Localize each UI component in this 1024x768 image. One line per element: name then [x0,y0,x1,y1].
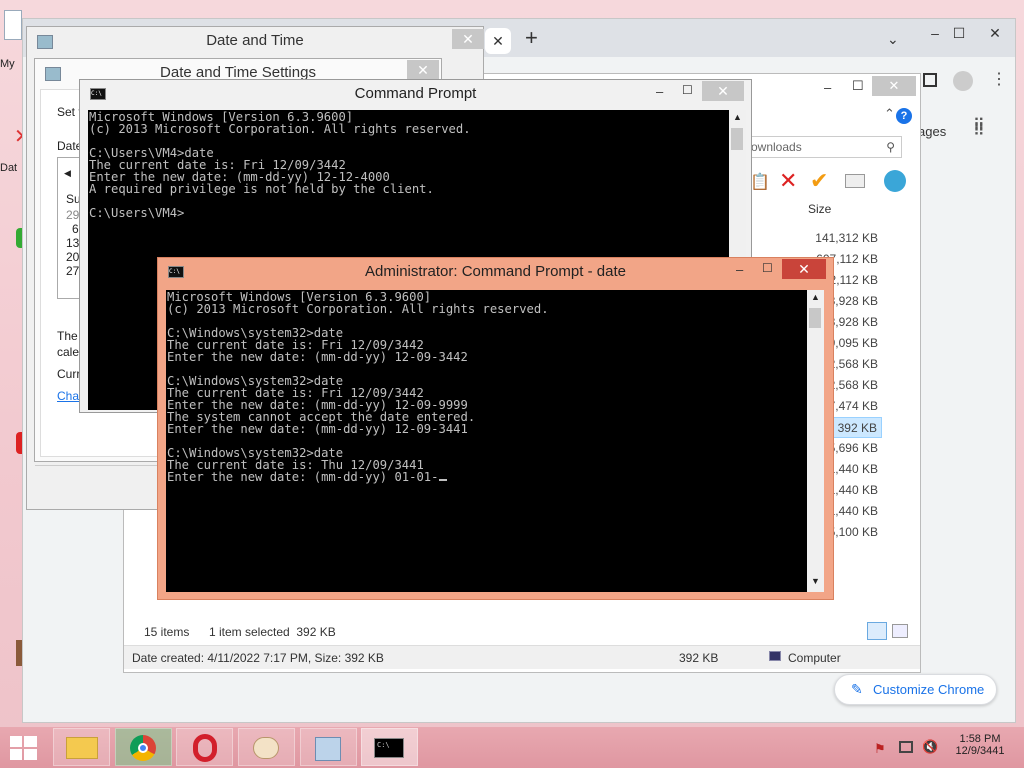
collapse-ribbon-icon[interactable]: ⌃ [884,106,895,122]
scroll-thumb[interactable] [731,128,743,150]
search-icon: ⚲ [886,140,895,154]
set-date-label: Set t [57,105,82,119]
windows-logo-icon [24,749,37,760]
minimize-button[interactable]: – [656,84,663,99]
calendar-day[interactable]: 27 [66,264,79,278]
chrome-taskbar-button[interactable] [115,728,172,766]
search-input[interactable]: ownloads ⚲ [744,136,902,158]
desktop-icon-label: Dat [0,162,18,174]
prev-month-icon[interactable]: ◀ [64,168,71,179]
size-cell[interactable]: 141,312 KB [786,228,882,249]
close-button[interactable]: ✕ [985,25,1005,42]
paint-palette-icon [253,737,279,759]
delete-icon[interactable]: ✕ [779,168,797,194]
maximize-button[interactable]: ☐ [762,261,773,275]
window-title: Date and Time [206,32,304,49]
pencil-icon: ✎ [851,681,863,697]
start-button[interactable] [10,736,38,760]
close-button[interactable]: ✕ [702,81,744,101]
close-button[interactable]: ✕ [872,76,916,96]
search-placeholder: ownloads [751,140,802,154]
status-size: 392 KB [679,651,719,665]
desktop-icon-label: My [0,58,15,70]
cmd-icon: C:\ [374,738,404,758]
status-location: Computer [788,651,841,665]
close-button[interactable]: ✕ [407,60,439,80]
calendar-day[interactable]: 29 [66,208,79,222]
apps-grid-icon[interactable]: ⠿ ⠿ [973,118,985,140]
clipboard-icon[interactable]: 📋 [750,172,770,192]
admin-command-prompt-window: C:\ Administrator: Command Prompt - date… [157,257,834,600]
file-explorer-taskbar-button[interactable] [53,728,110,766]
calendar-clock-icon [315,737,341,761]
change-calendar-link[interactable]: Cha [57,389,79,403]
close-tab-icon[interactable]: ✕ [485,28,511,54]
scroll-up-icon[interactable]: ▲ [733,112,742,122]
calendar-day[interactable]: 6 [72,222,79,236]
opera-icon [193,734,217,762]
window-title: Command Prompt [354,85,477,102]
maximize-button[interactable]: ☐ [682,83,693,97]
maximize-button[interactable]: ☐ [949,25,969,42]
customize-chrome-label: Customize Chrome [873,682,985,697]
desktop-icon-data[interactable]: Dat [0,162,22,174]
folder-icon [66,737,98,759]
windows-logo-icon [10,736,22,747]
maximize-button[interactable]: ☐ [852,78,864,94]
close-button[interactable]: ✕ [782,259,826,279]
clock[interactable]: 1:58 PM 12/9/3441 [950,733,1010,757]
paint-taskbar-button[interactable] [238,728,295,766]
scroll-down-icon[interactable]: ▼ [811,576,820,586]
date-time-taskbar-button[interactable] [300,728,357,766]
new-tab-button[interactable]: + [525,25,538,51]
large-icons-view-button[interactable] [892,624,908,638]
items-count: 15 items [144,625,190,639]
close-button[interactable]: ✕ [452,29,484,49]
time-zone-label: The [57,329,78,343]
admin-console-output[interactable]: Microsoft Windows [Version 6.3.9600] (c)… [166,290,807,592]
calendar-day[interactable]: 13 [66,236,79,250]
action-center-flag-icon[interactable]: ⚑ [874,741,886,757]
vertical-scrollbar[interactable]: ▲ ▼ [807,290,824,592]
chrome-icon-center [138,743,148,753]
computer-icon [769,651,781,661]
size-column-header[interactable]: Size [808,202,831,216]
selection-summary: 1 item selected 392 KB [209,625,336,639]
rename-icon[interactable] [845,174,865,188]
opera-taskbar-button[interactable] [176,728,233,766]
current-label: Curr [57,367,81,381]
sidebar-icon[interactable] [923,73,937,87]
desktop-icon-my[interactable]: My [0,58,22,70]
help-icon[interactable]: ? [896,108,912,124]
status-bar: Date created: 4/11/2022 7:17 PM, Size: 3… [124,645,920,669]
clock-date: 12/9/3441 [955,745,1005,757]
check-icon[interactable]: ✔ [810,168,828,194]
minimize-button[interactable]: – [824,80,831,95]
status-info: Date created: 4/11/2022 7:17 PM, Size: 3… [132,651,384,665]
desktop-computer-icon[interactable] [4,10,22,40]
network-icon[interactable] [899,741,913,753]
minimize-button[interactable]: – [736,262,743,277]
minimize-button[interactable]: – [925,25,945,41]
taskbar: C:\ ⚑ 🔇 1:58 PM 12/9/3441 [0,727,1024,768]
scroll-up-icon[interactable]: ▲ [811,292,820,302]
command-prompt-taskbar-button[interactable]: C:\ [361,728,418,766]
tab-search-icon[interactable]: ⌄ [887,31,899,48]
window-title: Administrator: Command Prompt - date [365,263,626,280]
scroll-thumb[interactable] [809,308,821,328]
windows-logo-icon [24,736,37,747]
calendar-day[interactable]: 20 [66,250,79,264]
profile-avatar-icon[interactable] [953,71,973,91]
customize-chrome-button[interactable]: ✎ Customize Chrome [834,674,997,705]
windows-logo-icon [10,749,22,760]
globe-icon[interactable] [884,170,906,192]
text-cursor [438,479,447,481]
new-tab-images-link[interactable]: ages [918,124,946,139]
console-text: Microsoft Windows [Version 6.3.9600] (c)… [167,290,549,484]
clock-time: 1:58 PM [959,733,1001,745]
details-view-button[interactable] [867,622,887,640]
calendar-label: cale [57,345,80,359]
volume-muted-icon[interactable]: 🔇 [922,739,938,755]
chrome-menu-icon[interactable]: ⋮ [991,69,1007,89]
